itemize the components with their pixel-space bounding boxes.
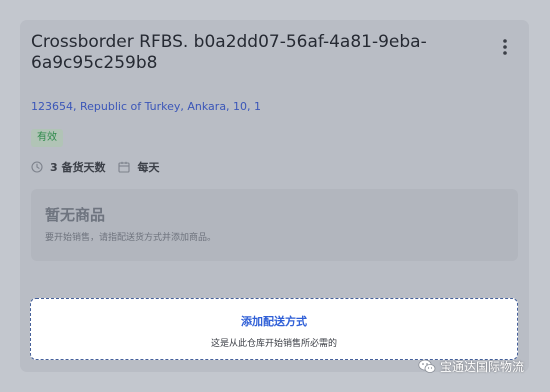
status-badge: 有效 bbox=[31, 129, 63, 147]
prep-days-item: 3 备货天数 bbox=[31, 159, 105, 175]
watermark-text: 宝通达国际物流 bbox=[440, 360, 525, 374]
warehouse-card: Crossborder RFBS. b0a2dd07-56af-4a81-9eb… bbox=[20, 20, 529, 372]
empty-products-panel: 暂无商品 要开始销售，请指配送货方式并添加商品。 bbox=[31, 189, 518, 261]
add-delivery-method-button[interactable]: 添加配送方式 这是从此仓库开始销售所必需的 bbox=[30, 298, 518, 360]
more-vertical-icon bbox=[503, 39, 507, 55]
add-delivery-hint: 这是从此仓库开始销售所必需的 bbox=[210, 339, 337, 349]
schedule-label: 每天 bbox=[137, 161, 160, 174]
wechat-icon bbox=[418, 359, 436, 373]
watermark: 宝通达国际物流 bbox=[418, 358, 524, 375]
empty-heading: 暂无商品 bbox=[45, 206, 106, 224]
schedule-item: 每天 bbox=[118, 159, 159, 175]
prep-days-label: 3 备货天数 bbox=[50, 161, 106, 174]
calendar-icon bbox=[118, 161, 131, 173]
warehouse-meta: 3 备货天数 每天 bbox=[31, 159, 159, 175]
warehouse-address: 123654, Republic of Turkey, Ankara, 10, … bbox=[31, 100, 262, 113]
clock-icon bbox=[31, 161, 43, 173]
more-options-button[interactable] bbox=[498, 38, 512, 56]
empty-description: 要开始销售，请指配送货方式并添加商品。 bbox=[45, 233, 217, 243]
add-delivery-label: 添加配送方式 bbox=[241, 315, 307, 328]
warehouse-title: Crossborder RFBS. b0a2dd07-56af-4a81-9eb… bbox=[31, 32, 427, 73]
